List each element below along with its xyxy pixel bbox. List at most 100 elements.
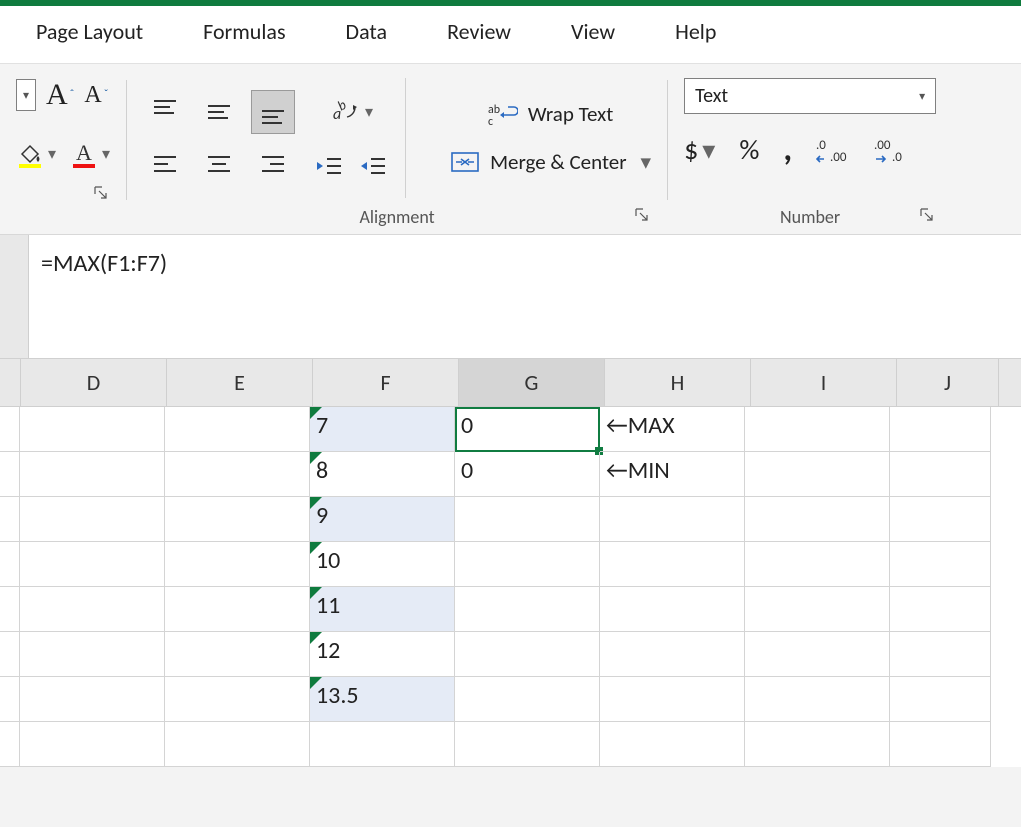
column-header-J[interactable]: J <box>897 359 999 406</box>
cell-D8[interactable] <box>20 722 165 767</box>
merge-center-button[interactable]: Merge & Center ▾ <box>450 149 651 175</box>
cell-H2[interactable]: ←MIN <box>600 452 745 497</box>
cell-G8[interactable] <box>455 722 600 767</box>
align-right-button[interactable] <box>251 142 295 186</box>
group-label-alignment: Alignment <box>359 206 434 228</box>
tab-view[interactable]: View <box>571 18 615 45</box>
comma-format-button[interactable]: , <box>783 144 792 156</box>
cell-I8[interactable] <box>745 722 890 767</box>
cell-G2[interactable]: 0 <box>455 452 600 497</box>
accounting-format-button[interactable]: $ ▾ <box>684 132 715 167</box>
cell-I7[interactable] <box>745 677 890 722</box>
tab-formulas[interactable]: Formulas <box>203 18 285 45</box>
cell-H4[interactable] <box>600 542 745 587</box>
cell-J1[interactable] <box>890 407 991 452</box>
cell-I2[interactable] <box>745 452 890 497</box>
align-middle-icon <box>204 97 234 127</box>
column-header-E[interactable]: E <box>167 359 313 406</box>
cell-G1[interactable]: 0 <box>455 407 600 452</box>
cell-F6[interactable]: 12 <box>310 632 455 677</box>
cell-H8[interactable] <box>600 722 745 767</box>
align-center-button[interactable] <box>197 142 241 186</box>
orientation-button[interactable]: a b ▾ <box>313 97 387 127</box>
cell-H3[interactable] <box>600 497 745 542</box>
cell-J8[interactable] <box>890 722 991 767</box>
increase-decimal-button[interactable]: .0 .00 <box>816 135 850 165</box>
decrease-font-size-button[interactable]: Aˇ <box>84 82 108 109</box>
cell-F8[interactable] <box>310 722 455 767</box>
cell-F7[interactable]: 13.5 <box>310 677 455 722</box>
align-top-button[interactable] <box>143 90 187 134</box>
increase-font-size-button[interactable]: Aˆ <box>46 78 74 112</box>
cell-value: 13.5 <box>316 681 359 710</box>
align-left-button[interactable] <box>143 142 187 186</box>
font-color-button[interactable]: A ▾ <box>70 140 110 168</box>
cell-H6[interactable] <box>600 632 745 677</box>
fill-color-button[interactable]: ▾ <box>16 140 56 168</box>
cell-value: 0 <box>461 411 473 440</box>
cell-D2[interactable] <box>20 452 165 497</box>
column-header-I[interactable]: I <box>751 359 897 406</box>
cell-D5[interactable] <box>20 587 165 632</box>
cell-I6[interactable] <box>745 632 890 677</box>
cell-I1[interactable] <box>745 407 890 452</box>
align-bottom-button[interactable] <box>251 90 295 134</box>
cell-I3[interactable] <box>745 497 890 542</box>
cell-D4[interactable] <box>20 542 165 587</box>
cell-J7[interactable] <box>890 677 991 722</box>
tab-help[interactable]: Help <box>675 18 716 45</box>
percent-format-button[interactable]: % <box>739 132 759 167</box>
cell-D3[interactable] <box>20 497 165 542</box>
align-middle-button[interactable] <box>197 90 241 134</box>
cell-J5[interactable] <box>890 587 991 632</box>
number-dialog-launcher[interactable] <box>918 206 936 224</box>
cell-D7[interactable] <box>20 677 165 722</box>
cell-J3[interactable] <box>890 497 991 542</box>
tab-page-layout[interactable]: Page Layout <box>36 18 143 45</box>
font-dialog-launcher[interactable] <box>92 184 110 202</box>
cell-E8[interactable] <box>165 722 310 767</box>
decrease-indent-button[interactable] <box>313 153 343 179</box>
cell-F5[interactable]: 11 <box>310 587 455 632</box>
cell-H5[interactable] <box>600 587 745 632</box>
column-header-G[interactable]: G <box>459 359 605 406</box>
cell-E2[interactable] <box>165 452 310 497</box>
column-header-F[interactable]: F <box>313 359 459 406</box>
decrease-decimal-button[interactable]: .00 .0 <box>874 135 908 165</box>
cell-H1[interactable]: ←MAX <box>600 407 745 452</box>
cell-E1[interactable] <box>165 407 310 452</box>
cell-E6[interactable] <box>165 632 310 677</box>
cell-J4[interactable] <box>890 542 991 587</box>
number-format-dropdown[interactable]: Text ▾ <box>684 78 936 114</box>
grid-row <box>0 722 1021 767</box>
column-header-H[interactable]: H <box>605 359 751 406</box>
alignment-dialog-launcher[interactable] <box>633 206 651 224</box>
cell-G6[interactable] <box>455 632 600 677</box>
cell-F2[interactable]: 8 <box>310 452 455 497</box>
cell-G4[interactable] <box>455 542 600 587</box>
tab-review[interactable]: Review <box>447 18 511 45</box>
increase-indent-button[interactable] <box>357 153 387 179</box>
cell-J2[interactable] <box>890 452 991 497</box>
cell-F3[interactable]: 9 <box>310 497 455 542</box>
cell-J6[interactable] <box>890 632 991 677</box>
wrap-text-button[interactable]: ab c Wrap Text <box>450 101 651 127</box>
cell-H7[interactable] <box>600 677 745 722</box>
column-header-D[interactable]: D <box>21 359 167 406</box>
cell-D1[interactable] <box>20 407 165 452</box>
cell-E4[interactable] <box>165 542 310 587</box>
formula-input[interactable]: =MAX(F1:F7) <box>29 235 1021 358</box>
cell-F4[interactable]: 10 <box>310 542 455 587</box>
cell-E5[interactable] <box>165 587 310 632</box>
cell-G3[interactable] <box>455 497 600 542</box>
tab-data[interactable]: Data <box>346 18 388 45</box>
cell-E7[interactable] <box>165 677 310 722</box>
font-size-dropdown[interactable]: ▾ <box>16 79 36 111</box>
cell-D6[interactable] <box>20 632 165 677</box>
cell-E3[interactable] <box>165 497 310 542</box>
cell-F1[interactable]: 7 <box>310 407 455 452</box>
cell-G5[interactable] <box>455 587 600 632</box>
cell-I5[interactable] <box>745 587 890 632</box>
cell-G7[interactable] <box>455 677 600 722</box>
cell-I4[interactable] <box>745 542 890 587</box>
